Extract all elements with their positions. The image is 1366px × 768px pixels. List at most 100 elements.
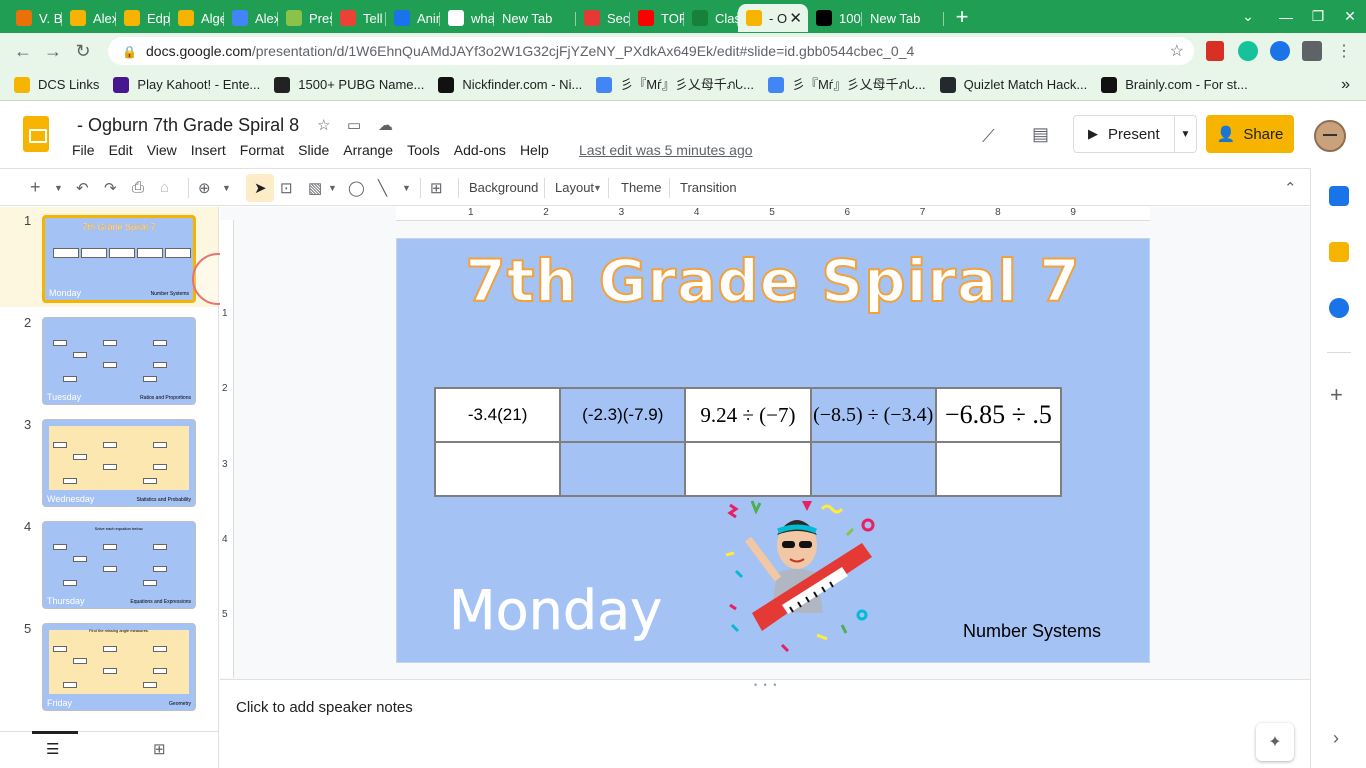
answer-cell[interactable] [809,441,937,497]
text-box-icon[interactable]: ⊡ [280,179,293,197]
close-window-icon[interactable]: ✕ [1334,0,1366,33]
slide-thumbnail[interactable]: Tuesday Ratios and Proportions [42,317,196,405]
menu-arrange[interactable]: Arrange [343,142,393,158]
bookmark-item[interactable]: 彡『Μѓ』彡乂母千ภᘂ... [767,74,926,95]
bookmark-item[interactable]: Brainly.com - For st... [1101,76,1248,93]
calendar-icon[interactable] [1329,186,1349,206]
line-icon[interactable]: ╲ [378,179,387,197]
bookmark-item[interactable]: Quizlet Match Hack... [939,76,1087,93]
slide-thumbnail-item[interactable]: 1 7th Grade Spiral 7 Monday Number Systems [0,207,218,307]
add-addon-icon[interactable]: + [1330,382,1343,408]
answer-cell[interactable] [433,441,562,497]
speaker-notes[interactable]: • • • Click to add speaker notes [220,679,1310,768]
bookmark-star-icon[interactable]: ☆ [1170,41,1184,61]
reload-icon[interactable]: ↻ [68,41,98,62]
back-icon[interactable]: ← [8,41,38,62]
problem-cell[interactable]: -3.4(21) [433,387,562,443]
zoom-icon[interactable]: ⊕ [198,179,211,197]
new-slide-icon[interactable]: + [30,177,41,198]
close-tab-icon[interactable]: ✕ [789,9,802,27]
shape-icon[interactable]: ◯ [348,179,365,197]
browser-tab[interactable]: Prese [278,4,332,32]
collapse-toolbar-icon[interactable]: ⌃ [1284,179,1297,197]
browser-tab[interactable]: New Tab [494,4,576,32]
problem-cell[interactable]: 9.24 ÷ (−7) [684,387,812,443]
undo-icon[interactable]: ↶ [76,179,89,197]
background-button[interactable]: Background [469,180,538,195]
expand-panel-icon[interactable]: › [1333,728,1339,749]
menu-edit[interactable]: Edit [109,142,133,158]
layout-dropdown-icon[interactable]: ▼ [593,183,602,193]
menu-slide[interactable]: Slide [298,142,329,158]
slide-thumbnail-item[interactable]: 4 Solve each equation below. Thursday Equat… [0,513,218,613]
image-dropdown-icon[interactable]: ▼ [328,183,337,193]
line-dropdown-icon[interactable]: ▼ [402,183,411,193]
select-cursor-icon[interactable]: ➤ [254,179,267,197]
redo-icon[interactable]: ↷ [104,179,117,197]
slide-thumbnail[interactable]: Find the missing angle measures. Friday Ge… [42,623,196,711]
slide-topic-label[interactable]: Number Systems [963,621,1101,642]
menu-view[interactable]: View [147,142,177,158]
menu-file[interactable]: File [72,142,95,158]
image-icon[interactable]: ▧ [308,179,322,197]
problem-table[interactable]: -3.4(21) (-2.3)(-7.9) 9.24 ÷ (−7) (−8.5)… [433,387,1063,497]
browser-tab[interactable]: what [440,4,494,32]
restore-icon[interactable]: ❐ [1302,0,1334,33]
speaker-notes-placeholder[interactable]: Click to add speaker notes [236,699,413,716]
browser-tab[interactable]: Secur [576,4,630,32]
star-icon[interactable]: ☆ [317,116,330,134]
menu-add-ons[interactable]: Add-ons [454,142,506,158]
tasks-icon[interactable] [1329,298,1349,318]
bookmark-item[interactable]: 彡『Μѓ』彡乂母千ภᘂ... [596,74,754,95]
current-slide[interactable]: 7th Grade Spiral 7 -3.4(21) (-2.3)(-7.9)… [397,239,1149,662]
pen-extension-icon[interactable] [1206,41,1224,61]
present-dropdown-icon[interactable]: ▼ [1174,116,1196,152]
avatar[interactable] [1314,120,1346,152]
slide-thumbnail-item[interactable]: 2 Tuesday Ratios and Proportions [0,309,218,409]
share-button[interactable]: 👤 Share [1206,115,1294,153]
present-button[interactable]: ▶ Present ▼ [1073,115,1197,153]
answer-cell[interactable] [559,441,687,497]
list-view-icon[interactable]: ☰ [46,740,59,758]
problem-cell[interactable]: (-2.3)(-7.9) [559,387,687,443]
grid-view-icon[interactable]: ⊞ [153,740,166,758]
explore-icon[interactable]: ✦ [1256,723,1294,761]
slide-thumbnail[interactable]: Wednesday Statistics and Probability [42,419,196,507]
minimize-icon[interactable]: — [1270,0,1302,33]
menu-format[interactable]: Format [240,142,284,158]
transition-button[interactable]: Transition [680,180,737,195]
move-folder-icon[interactable]: ▭ [347,116,361,134]
slides-logo-icon[interactable] [23,116,49,152]
browser-tab[interactable]: Tell m [332,4,386,32]
bookmark-item[interactable]: DCS Links [14,76,99,93]
cloud-status-icon[interactable]: ☁ [378,116,393,134]
answer-cell[interactable] [934,441,1063,497]
browser-tab[interactable]: 100 F [808,4,862,32]
forward-icon[interactable]: → [38,41,68,62]
zoom-dropdown-icon[interactable]: ▼ [222,183,231,193]
shield-extension-icon[interactable] [1270,41,1290,61]
browser-tab[interactable]: Algeb [170,4,224,32]
comment-icon[interactable]: ▤ [1032,124,1049,145]
browser-tab[interactable]: Anim [386,4,440,32]
slide-day-label[interactable]: Monday [449,579,663,643]
tab-search-icon[interactable]: ⌄ [1232,0,1264,33]
slide-thumbnail-item[interactable]: 5 Find the missing angle measures. Friday G… [0,615,218,715]
bookmark-item[interactable]: 1500+ PUBG Name... [274,76,424,93]
layout-button[interactable]: Layout [555,180,594,195]
menu-insert[interactable]: Insert [191,142,226,158]
notes-resize-handle[interactable]: • • • [754,680,778,690]
add-comment-icon[interactable]: ⊞ [430,179,443,197]
print-icon[interactable]: ⎙ [132,179,144,196]
bookmark-item[interactable]: Nickfinder.com - Ni... [438,76,582,93]
more-bookmarks-icon[interactable]: » [1341,76,1350,94]
theme-button[interactable]: Theme [621,180,661,195]
browser-tab[interactable]: Edpuz [116,4,170,32]
new-slide-dropdown-icon[interactable]: ▼ [54,183,63,193]
problem-cell[interactable]: −6.85 ÷ .5 [934,387,1063,443]
browser-tab[interactable]: New Tab [862,4,944,32]
paint-format-icon[interactable]: ⌂ [160,179,169,196]
browser-tab[interactable]: TOP [630,4,684,32]
browser-tab[interactable]: Class [684,4,738,32]
browser-tab[interactable]: - O ✕ [738,4,808,32]
